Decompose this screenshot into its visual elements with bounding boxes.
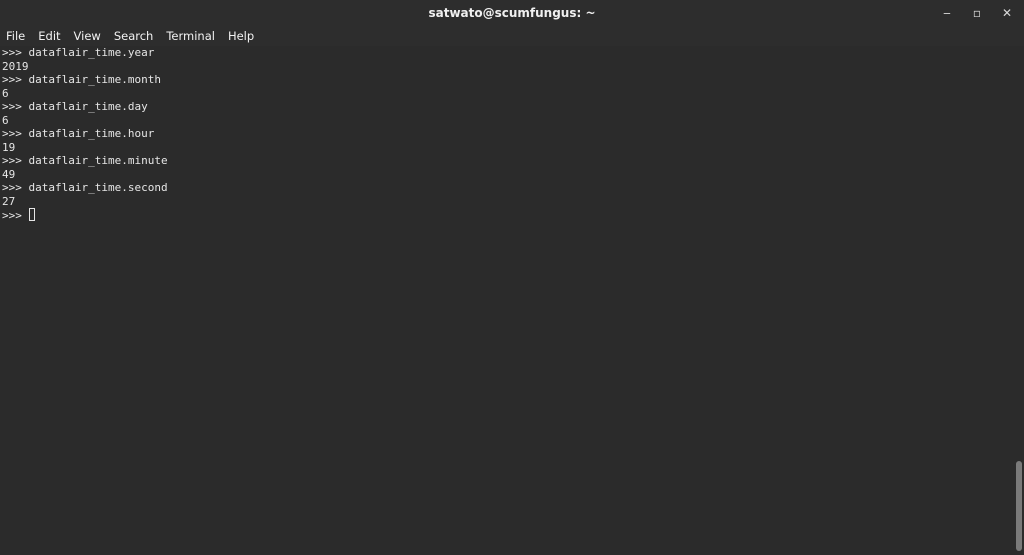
window-title: satwato@scumfungus: ~ [428,6,596,20]
menu-search[interactable]: Search [108,26,161,46]
minimize-icon: ‒ [943,6,951,20]
menu-view[interactable]: View [68,26,108,46]
close-icon: ✕ [1001,6,1013,20]
terminal-output[interactable]: >>> dataflair_time.year 2019 >>> datafla… [0,46,1014,555]
window-controls: ‒ ▫ ✕ [928,0,1018,26]
menu-terminal[interactable]: Terminal [160,26,222,46]
terminal-line: 2019 [2,59,29,73]
title-bar[interactable]: satwato@scumfungus: ~ ‒ ▫ ✕ [0,0,1024,26]
scrollbar-thumb[interactable] [1016,461,1022,551]
maximize-button[interactable]: ▫ [966,3,988,23]
prompt-line[interactable]: >>> [0,208,1014,222]
scrollbar[interactable] [1014,46,1024,555]
terminal-line: >>> dataflair_time.second [2,181,168,194]
close-button[interactable]: ✕ [996,3,1018,23]
terminal-line: 19 [2,140,16,154]
terminal-line: 27 [2,194,16,208]
menu-bar: File Edit View Search Terminal Help [0,26,1024,46]
terminal-line: 49 [2,167,16,181]
terminal-window: satwato@scumfungus: ~ ‒ ▫ ✕ File Edit Vi… [0,0,1024,555]
maximize-icon: ▫ [972,6,982,20]
prompt: >>> [2,209,29,222]
terminal-line: 6 [2,86,9,100]
terminal-line: >>> dataflair_time.year [2,46,155,59]
menu-edit[interactable]: Edit [32,26,67,46]
menu-file[interactable]: File [0,26,32,46]
terminal-line: 6 [2,113,9,127]
terminal-line: >>> dataflair_time.hour [2,127,155,140]
terminal-line: >>> dataflair_time.minute [2,154,168,167]
terminal-line: >>> dataflair_time.month [2,73,161,86]
terminal-line: >>> dataflair_time.day [2,100,148,113]
menu-help[interactable]: Help [222,26,261,46]
text-cursor [28,208,35,221]
minimize-button[interactable]: ‒ [936,3,958,23]
